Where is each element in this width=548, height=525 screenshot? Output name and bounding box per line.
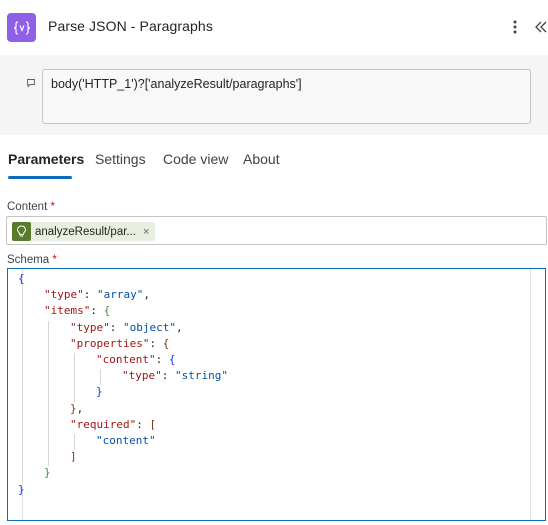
expression-area: body('HTTP_1')?['analyzeResult/paragraph… <box>0 55 548 135</box>
expression-text: body('HTTP_1')?['analyzeResult/paragraph… <box>51 77 302 91</box>
content-label-text: Content <box>7 201 48 213</box>
schema-code-line: ] <box>70 450 77 464</box>
tab-about[interactable]: About <box>243 151 280 167</box>
schema-code-line: } <box>18 482 25 496</box>
schema-code-line: "type": "array", <box>44 288 150 302</box>
tab-settings[interactable]: Settings <box>95 151 146 167</box>
collapse-panel-button[interactable] <box>534 16 548 38</box>
schema-code-line: } <box>96 385 103 399</box>
tab-bar: Parameters Settings Code view About <box>0 145 548 181</box>
schema-code-line: "properties": { <box>70 336 170 350</box>
braces-icon <box>7 13 36 42</box>
schema-code-line: } <box>44 466 51 480</box>
schema-code-line: { <box>18 272 25 285</box>
schema-label-text: Schema <box>7 254 50 266</box>
schema-code-line: "required": [ <box>70 417 157 431</box>
more-options-button[interactable] <box>507 16 523 38</box>
tab-parameters[interactable]: Parameters <box>8 151 84 167</box>
indent-guide <box>100 369 101 386</box>
indent-guide <box>74 353 75 402</box>
schema-label: Schema * <box>7 254 57 266</box>
schema-code-line: "items": { <box>44 304 111 318</box>
more-vertical-icon <box>513 20 517 34</box>
lightbulb-icon <box>12 222 31 241</box>
indent-guide <box>48 320 49 467</box>
schema-code-line: }, <box>70 401 84 415</box>
indent-guide <box>74 434 75 451</box>
schema-code-line: "content" <box>96 434 156 447</box>
comment-icon <box>26 75 36 88</box>
chevron-double-left-icon <box>535 21 547 33</box>
schema-code-line: "type": "string" <box>122 369 228 383</box>
expression-field[interactable]: body('HTTP_1')?['analyzeResult/paragraph… <box>42 69 531 124</box>
content-input[interactable]: analyzeResult/par... × <box>6 216 547 245</box>
dynamic-content-token[interactable]: analyzeResult/par... × <box>12 222 156 241</box>
content-label: Content * <box>7 201 55 213</box>
parse-json-panel: Parse JSON - Paragraphs body('HTTP_1')?[… <box>0 0 548 525</box>
active-tab-indicator <box>8 176 72 179</box>
editor-scrollbar-track <box>530 269 531 520</box>
required-mark: * <box>52 254 57 266</box>
page-title: Parse JSON - Paragraphs <box>48 18 213 34</box>
schema-code-line: "content": { <box>96 353 176 366</box>
token-remove-button[interactable]: × <box>143 226 149 238</box>
required-mark: * <box>50 201 55 213</box>
indent-guide <box>22 288 23 483</box>
schema-code-line: "type": "object", <box>70 320 183 334</box>
token-label: analyzeResult/par... <box>35 225 137 238</box>
panel-header: Parse JSON - Paragraphs <box>0 0 548 55</box>
tab-code-view[interactable]: Code view <box>163 151 228 167</box>
schema-editor[interactable]: { "type": "array", "items": { "type": "obje… <box>7 268 546 521</box>
